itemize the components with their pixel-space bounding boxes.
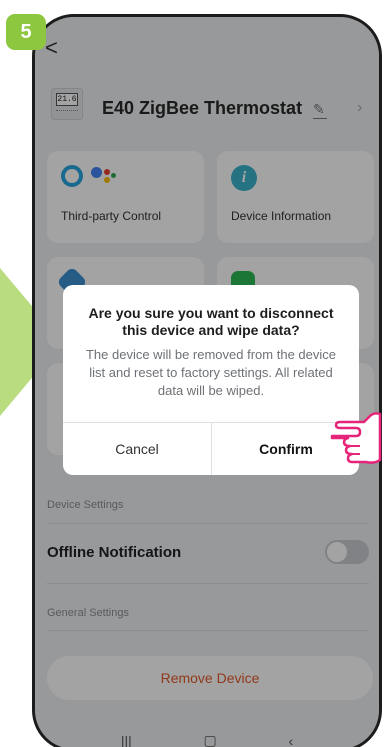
cancel-button[interactable]: Cancel (63, 422, 211, 475)
confirm-dialog: Are you sure you want to disconnect this… (63, 285, 359, 475)
step-number: 5 (20, 20, 32, 43)
dialog-message: The device will be removed from the devi… (85, 347, 336, 398)
dialog-title: Are you sure you want to disconnect this… (88, 305, 334, 338)
device-settings-screen: < 21.6 E40 ZigBee Thermostat ✎ › Third-p… (35, 17, 379, 747)
phone-frame: < 21.6 E40 ZigBee Thermostat ✎ › Third-p… (32, 14, 382, 747)
step-badge: 5 (6, 14, 46, 50)
pointing-hand-icon (330, 412, 382, 464)
